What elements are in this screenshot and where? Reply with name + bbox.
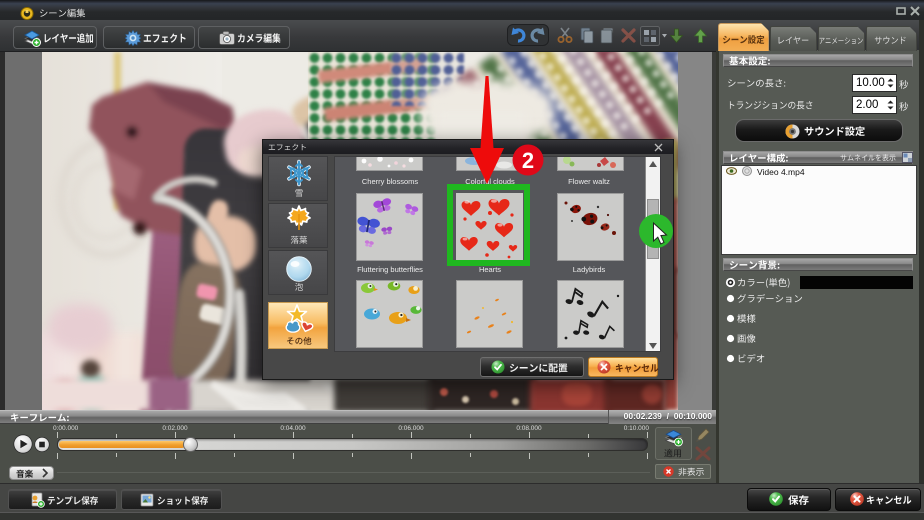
svg-text:2: 2	[522, 148, 534, 173]
